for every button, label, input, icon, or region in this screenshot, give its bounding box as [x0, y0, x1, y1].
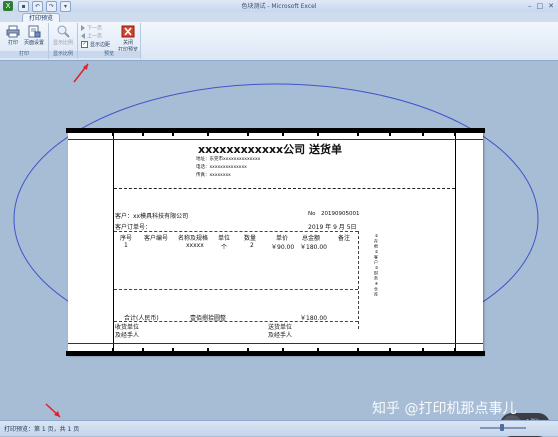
no-label: No [308, 211, 316, 217]
table-header-cell: 总金额 [302, 235, 321, 242]
zhihu-watermark: 知乎 @打印机那点事儿 [372, 401, 517, 417]
column-handle[interactable] [357, 348, 359, 351]
column-handle[interactable] [112, 348, 114, 351]
column-handle[interactable] [112, 133, 114, 136]
column-handle[interactable] [454, 133, 456, 136]
column-handle[interactable] [247, 133, 249, 136]
phone-text: 电话：xxxxxxxxxxxxxx [196, 165, 247, 170]
header-margin-line[interactable] [68, 139, 483, 140]
customer-text: 客户：xx模具科技有限公司 [115, 213, 189, 220]
column-handle[interactable] [357, 133, 359, 136]
column-handle[interactable] [317, 348, 319, 351]
column-handle[interactable] [454, 348, 456, 351]
column-handle[interactable] [389, 133, 391, 136]
column-handle[interactable] [317, 133, 319, 136]
table-top-line [114, 231, 358, 232]
address-text: 地址：东莞市xxxxxxxxxxxxxx [196, 157, 261, 162]
column-handle[interactable] [247, 348, 249, 351]
column-handle[interactable] [389, 348, 391, 351]
sender-person: 及经手人 [268, 332, 293, 339]
column-handle[interactable] [207, 348, 209, 351]
order-no-label: 客户订单号： [115, 224, 152, 231]
column-handle[interactable] [422, 348, 424, 351]
copy-distribution-text: ①存根②客户③财务④仓库 [374, 233, 379, 297]
table-cell-total: ￥180.00 [300, 244, 327, 251]
table-cell-seq: 1 [124, 242, 128, 249]
bottom-margin-bar[interactable] [66, 351, 485, 356]
totals-top-line [114, 289, 358, 290]
totals-bottom-line [114, 321, 358, 322]
company-title: xxxxxxxxxxxx公司 送货单 [198, 143, 342, 156]
footer-margin-line[interactable] [68, 343, 483, 344]
table-cell-price: ￥90.00 [271, 244, 295, 251]
receiver-person: 及经手人 [115, 332, 140, 339]
table-header-cell: 序号 [120, 235, 133, 242]
column-handle[interactable] [282, 348, 284, 351]
preview-workspace: xxxxxxxxxxxx公司 送货单 地址：东莞市xxxxxxxxxxxxxx … [0, 61, 558, 437]
preview-page: xxxxxxxxxxxx公司 送货单 地址：东莞市xxxxxxxxxxxxxx … [66, 128, 485, 356]
no-value: 20190905001 [321, 211, 360, 217]
column-handle[interactable] [172, 133, 174, 136]
table-header-cell: 备注 [338, 235, 351, 242]
status-bar: 打印预览：第 1 页，共 1 页 [0, 420, 558, 436]
column-handle[interactable] [282, 133, 284, 136]
table-cell-unit: 个 [221, 244, 228, 251]
table-header-cell: 客户编号 [144, 235, 169, 242]
zoom-slider-thumb[interactable] [500, 424, 504, 431]
table-header-cell: 单位 [218, 235, 231, 242]
separator-line [114, 188, 455, 189]
date-text: 2019 年 9 月 5日 [308, 224, 357, 231]
page-status-text: 打印预览：第 1 页，共 1 页 [4, 426, 80, 433]
table-right-line [358, 231, 359, 329]
table-header-cell: 单价 [276, 235, 289, 242]
table-cell-spec: xxxxx [186, 242, 204, 249]
fax-text: 传真：xxxxxxxx [196, 173, 231, 178]
column-handle[interactable] [142, 348, 144, 351]
table-header-cell: 名称及规格 [178, 235, 209, 242]
column-handle[interactable] [207, 133, 209, 136]
column-handle[interactable] [422, 133, 424, 136]
right-margin-line[interactable] [455, 129, 456, 355]
zoom-slider[interactable] [480, 424, 526, 431]
column-handle[interactable] [142, 133, 144, 136]
table-header-cell: 数量 [244, 235, 257, 242]
table-cell-qty: 2 [250, 242, 254, 249]
column-handle[interactable] [172, 348, 174, 351]
